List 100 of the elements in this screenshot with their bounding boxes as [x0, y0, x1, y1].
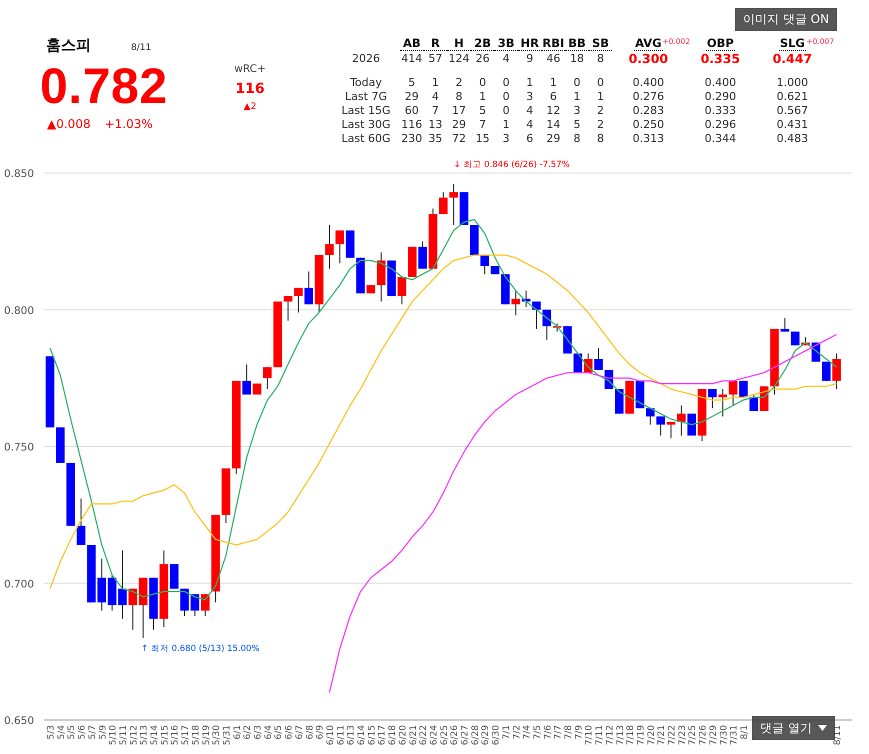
axis-label: 6/15	[367, 725, 378, 746]
table-cell-text: 13	[427, 118, 444, 132]
axis-label: 7/4	[522, 725, 533, 740]
table-cell-text: 72	[450, 132, 467, 146]
axis-label: 6/28	[470, 725, 481, 746]
candlestick	[563, 326, 572, 354]
table-cell-text: 12	[545, 104, 562, 118]
axis-label: 5/16	[170, 725, 181, 746]
table-cell-text: 29	[404, 90, 420, 104]
date-label: 8/11	[131, 43, 152, 53]
table-cell-text: 230	[400, 132, 424, 146]
table-cell-text: 14	[545, 118, 562, 132]
axis-label: 6/17	[378, 725, 388, 746]
column-header: AVG	[634, 36, 663, 51]
axis-label: 7/13	[616, 725, 626, 746]
table-cell-text: 60	[404, 104, 420, 118]
table-cell-text: 57	[427, 51, 444, 67]
candlestick	[418, 240, 427, 270]
axis-label: 7/22	[668, 725, 678, 746]
axis-label: 5/4	[56, 725, 67, 740]
axis-label: 7/10	[584, 725, 595, 746]
candlestick	[252, 383, 262, 396]
table-cell: 0.250	[632, 118, 664, 132]
table-cell-text: 4	[502, 51, 511, 67]
candlestick	[698, 388, 706, 442]
axis-label: 6/18	[388, 725, 398, 746]
axis-label: 6/13	[346, 725, 357, 746]
candlestick	[149, 577, 158, 630]
axis-label: 7/23	[678, 725, 688, 746]
axis-label: 5/11	[118, 725, 129, 746]
candlestick	[656, 416, 665, 436]
table-cell: 0.431	[776, 118, 808, 132]
candlestick	[398, 276, 406, 305]
candlestick	[687, 413, 696, 436]
candlestick	[325, 224, 334, 270]
column-header: R	[424, 36, 448, 51]
candlestick	[87, 544, 96, 603]
table-cell: 0.447	[772, 50, 812, 67]
table-cell-text: 5	[572, 118, 582, 132]
wrc-value: 116	[235, 81, 265, 97]
table-cell: 1.000	[776, 76, 808, 90]
axis-label: 6/14	[357, 725, 367, 746]
candlestick	[428, 208, 438, 270]
axis-label: 6/7	[294, 725, 305, 740]
table-cell-text: 6	[548, 90, 558, 104]
axis-label: 6/22	[419, 725, 430, 746]
table-cell-text: 4	[525, 118, 534, 132]
candlestick	[460, 192, 468, 226]
axis-label: 5/14	[150, 725, 160, 746]
axis-label: 8/11	[833, 725, 844, 746]
axis-label: 5/13	[140, 725, 150, 746]
column-header: SLG	[778, 36, 806, 51]
candlestick	[636, 380, 644, 409]
table-cell-text: 5	[478, 104, 488, 118]
axis-label: 6/25	[440, 725, 450, 746]
image-comment-toggle[interactable]: 이미지 댓글 ON	[735, 8, 838, 31]
axis-label: 7/29	[708, 725, 719, 746]
table-cell: 0.276	[632, 90, 664, 104]
candlestick	[501, 274, 510, 305]
open-comments-button[interactable]: 댓글 열기	[752, 716, 835, 740]
axis-label: 6/6	[284, 725, 295, 740]
row-label: Last 60G	[340, 132, 392, 146]
axis-label: 6/26	[450, 725, 460, 746]
table-cell-text: 0	[478, 76, 488, 90]
candlestick	[336, 230, 344, 264]
table-cell: 0.567	[776, 104, 808, 118]
change-value: ▲0.008	[47, 117, 91, 131]
candlestick	[790, 331, 800, 346]
candlestick	[387, 260, 396, 297]
axis-label: 6/5	[274, 725, 284, 740]
candlestick	[118, 550, 127, 620]
axis-label: 5/12	[129, 725, 140, 746]
table-cell-text: 2	[596, 104, 606, 118]
table-cell-text: 4	[525, 104, 534, 118]
axis-label: 0.850	[4, 168, 34, 180]
axis-label: 8/1	[740, 725, 750, 740]
column-header: BB	[565, 36, 589, 51]
caret-icon	[818, 725, 827, 731]
axis-label: 5/18	[191, 725, 202, 746]
table-cell-text: 124	[447, 51, 470, 67]
axis-label: 6/8	[305, 725, 316, 740]
candlestick	[625, 380, 634, 414]
table-cell-text: 9	[525, 51, 534, 67]
axis-label: 6/9	[316, 725, 326, 740]
table-cell-text: 414	[400, 51, 424, 67]
axis-label: 6/3	[254, 725, 264, 740]
candlestick	[739, 380, 748, 398]
axis-label: 5/10	[108, 725, 119, 746]
candlestick	[646, 408, 655, 426]
axis-label: 7/2	[512, 725, 522, 740]
row-label: Today	[349, 76, 383, 90]
candlestick	[490, 266, 500, 275]
table-cell-text: 17	[450, 104, 467, 118]
table-cell-text: 1	[596, 90, 606, 104]
axis-label: 7/5	[532, 725, 543, 740]
chart-annotation: ↓ 최고 0.846 (6/26) -7.57%	[454, 160, 570, 170]
column-header: SB	[588, 36, 612, 51]
axis-label: 6/20	[398, 725, 408, 746]
axis-label: 5/3	[46, 725, 56, 740]
table-cell-text: 0	[502, 90, 511, 104]
